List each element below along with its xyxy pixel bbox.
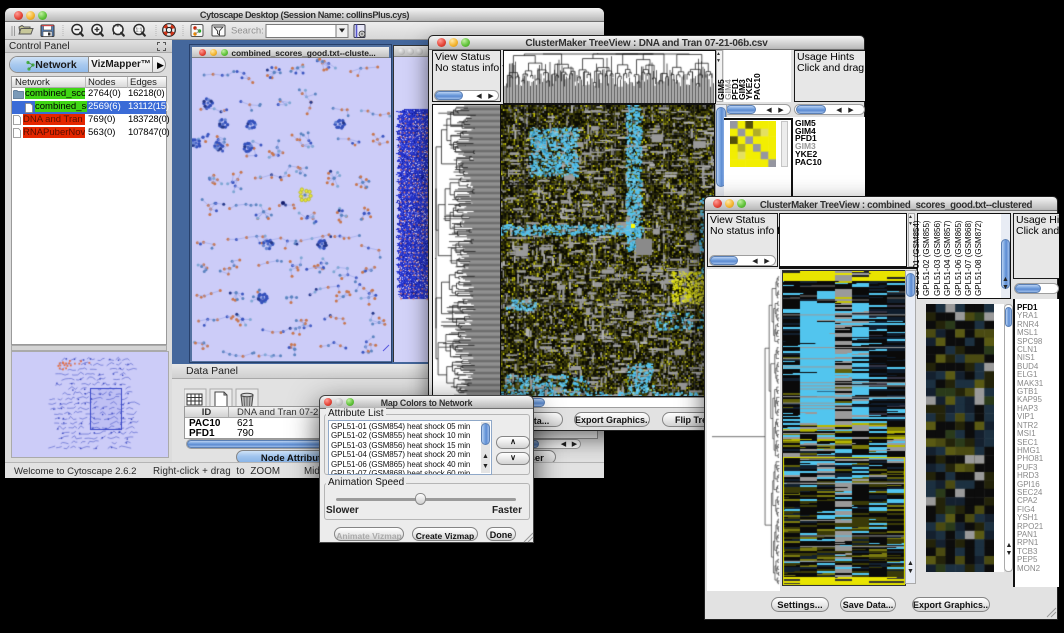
svg-text:Search:: Search: [231,26,264,37]
svg-text:1:1: 1:1 [136,28,143,34]
